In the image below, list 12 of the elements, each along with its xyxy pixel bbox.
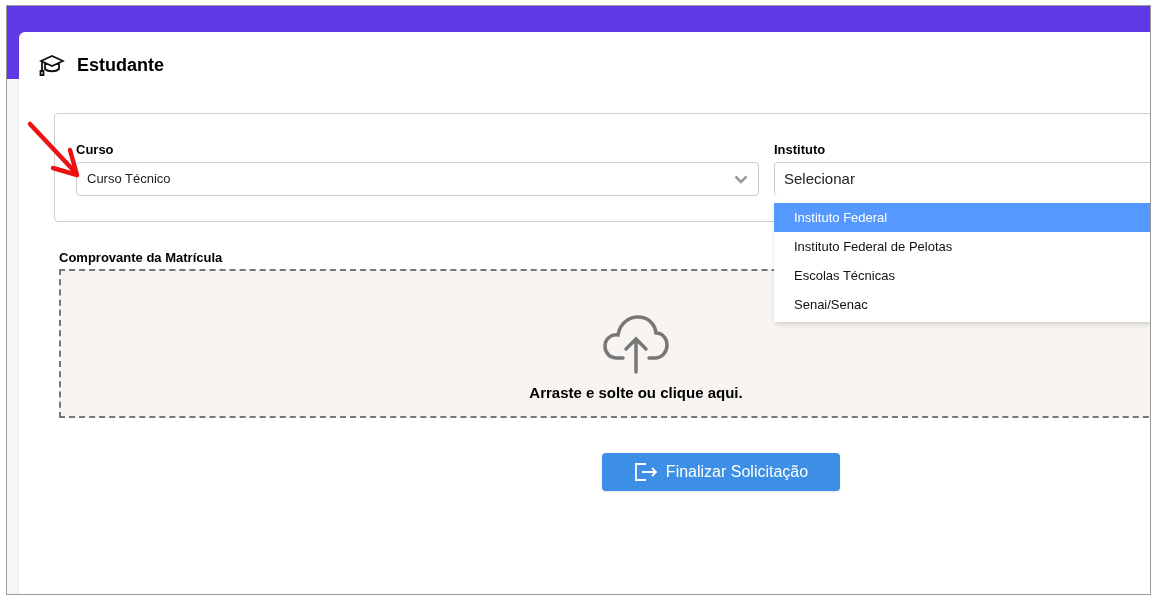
chevron-down-icon: [734, 174, 748, 184]
exit-icon: [633, 463, 658, 481]
field-label: Curso: [76, 141, 115, 159]
upload-hint: Arraste e solte ou clique aqui.: [529, 383, 743, 403]
field-label: Instituto: [774, 141, 827, 159]
cloud-upload-icon: [603, 314, 669, 374]
course-select[interactable]: Curso Técnico: [76, 162, 759, 196]
field-label: Comprovante da Matrícula: [59, 249, 224, 267]
dropdown-option[interactable]: Senai/Senac: [774, 290, 1150, 319]
card-title: Estudante: [77, 54, 164, 77]
graduation-cap-icon: [39, 53, 65, 78]
dropdown-option[interactable]: Instituto Federal de Pelotas: [774, 232, 1150, 261]
